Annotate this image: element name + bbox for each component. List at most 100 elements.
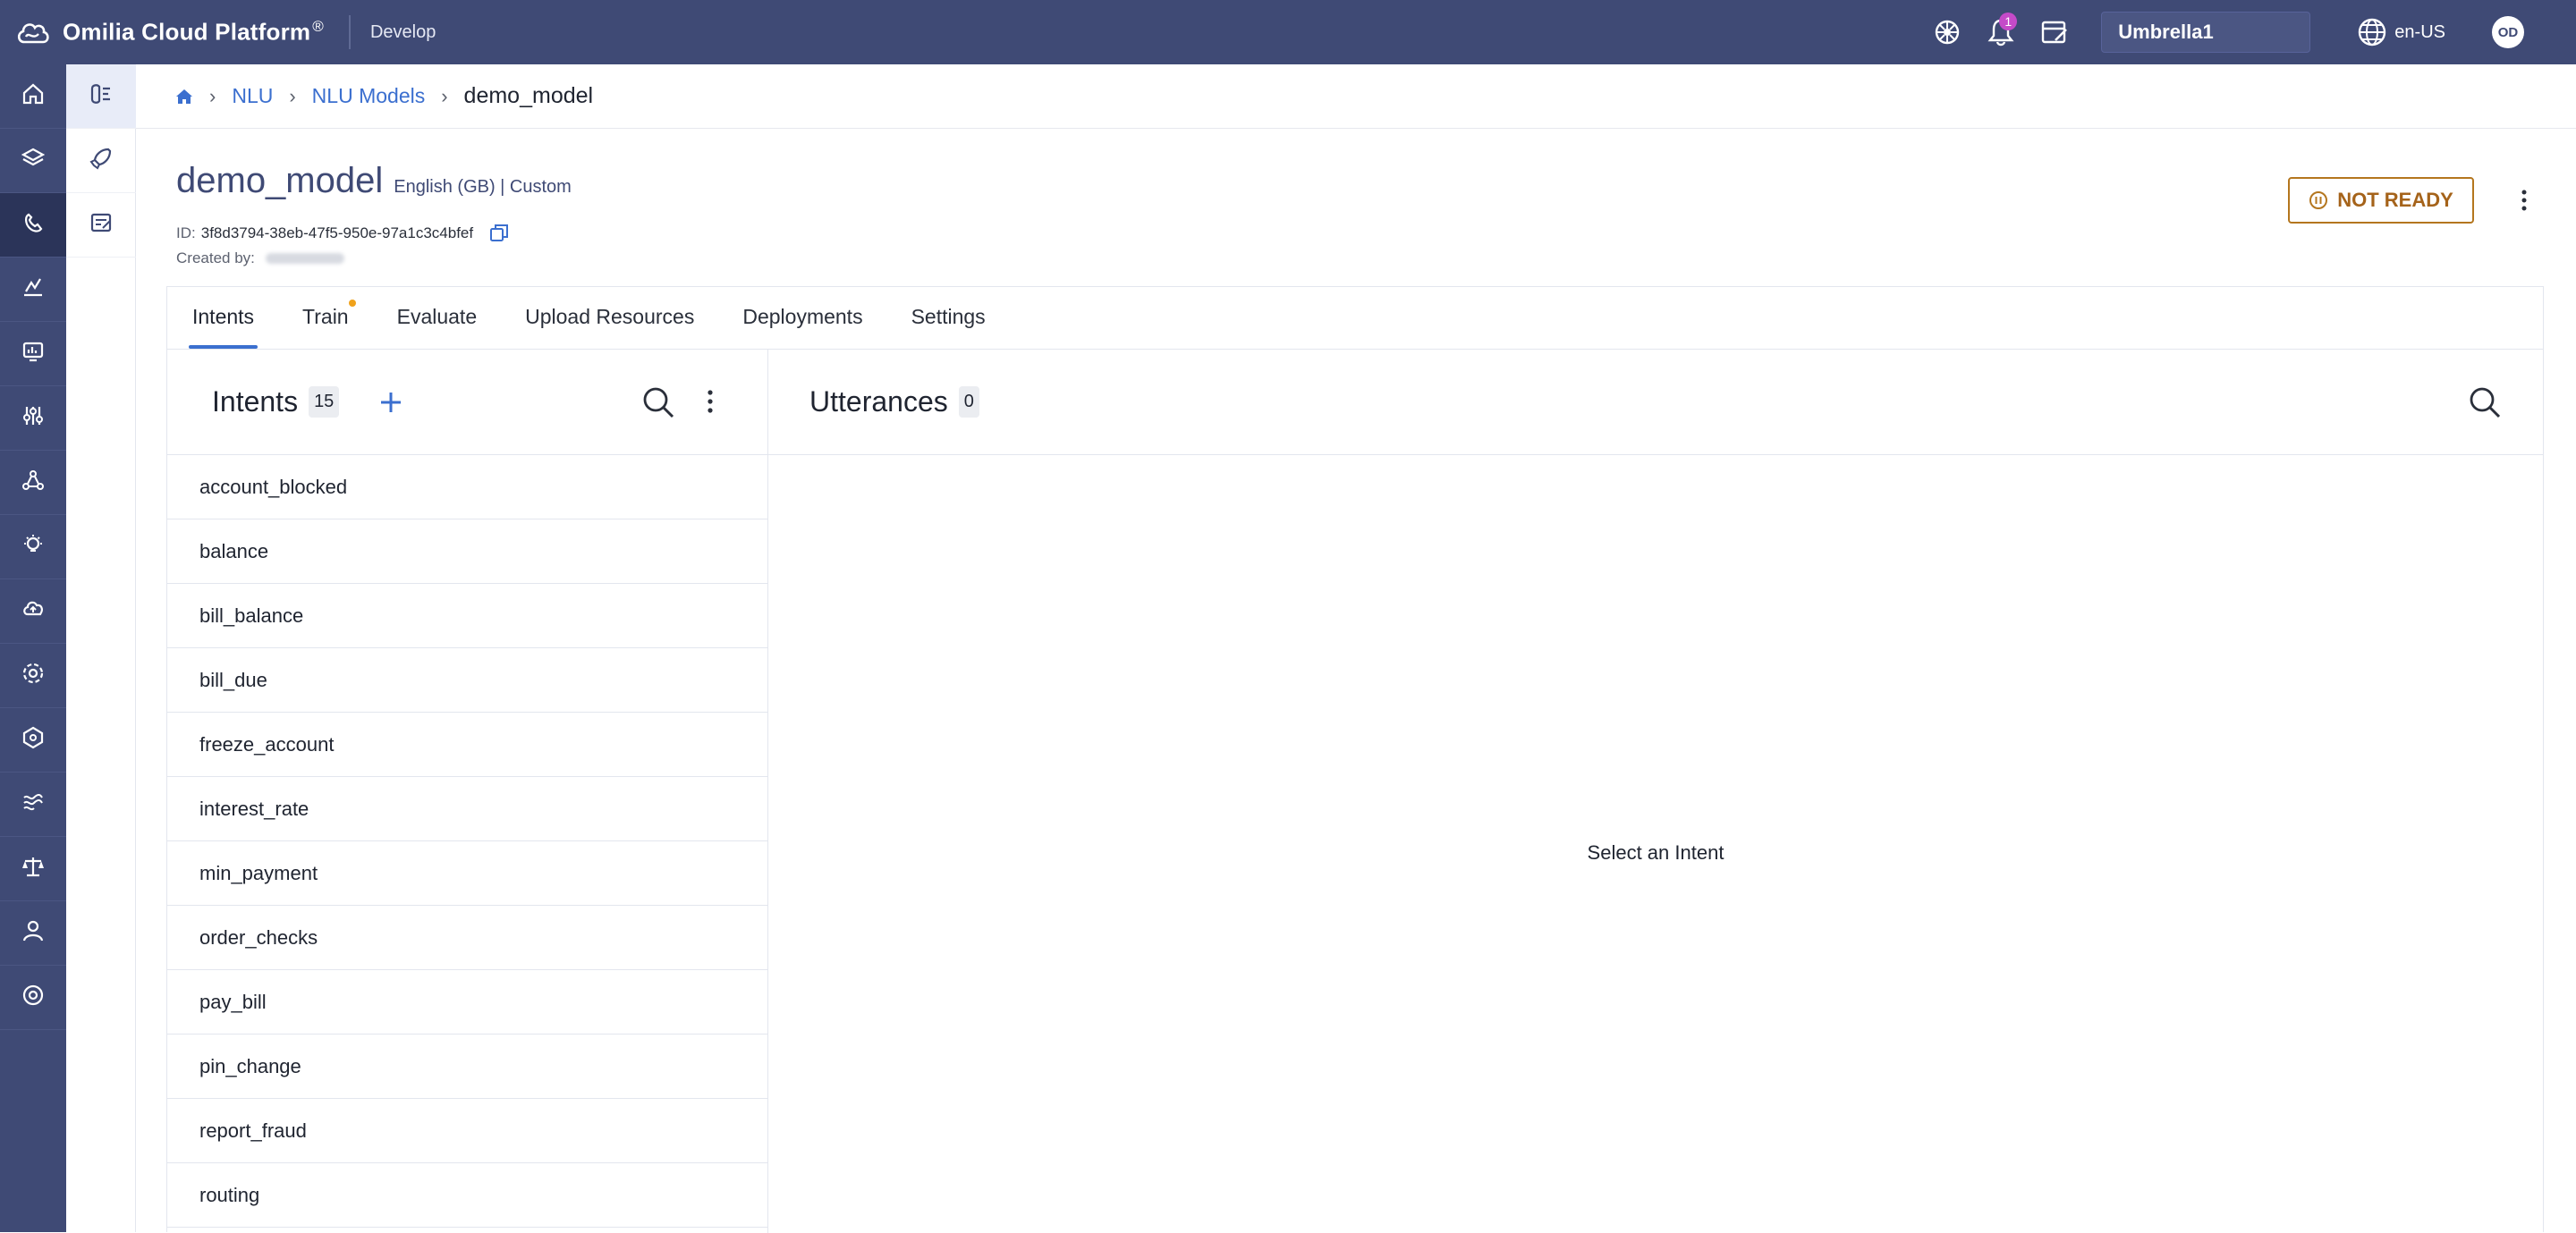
nav-streams[interactable] [0, 773, 66, 837]
tab-evaluate[interactable]: Evaluate [394, 305, 481, 349]
intent-item[interactable]: account_blocked [167, 455, 767, 519]
intent-item[interactable]: order_checks [167, 906, 767, 970]
layers-icon [21, 147, 46, 174]
model-status-button[interactable]: NOT READY [2288, 177, 2474, 224]
nav-home[interactable] [0, 64, 66, 129]
intent-item[interactable]: interest_rate [167, 777, 767, 841]
components-icon[interactable] [1929, 14, 1965, 50]
nav-cloud[interactable] [0, 579, 66, 644]
nav-users[interactable] [0, 901, 66, 966]
intent-item[interactable]: bill_balance [167, 584, 767, 648]
scale-icon [21, 855, 45, 883]
waves-icon [21, 790, 45, 818]
chevron-right-icon: › [441, 84, 448, 107]
intent-item[interactable]: bill_due [167, 648, 767, 713]
top-divider [348, 15, 351, 49]
subnav-reports[interactable] [66, 193, 136, 258]
pause-icon [2309, 190, 2328, 210]
support-icon [21, 984, 45, 1011]
network-icon [21, 469, 45, 496]
intent-item[interactable]: pin_change [167, 1035, 767, 1099]
sliders-icon [21, 404, 45, 432]
search-utterances-icon[interactable] [2468, 385, 2502, 419]
environment-label: Develop [369, 21, 436, 42]
notifications-bell-icon[interactable]: 1 [1983, 13, 2019, 50]
train-pending-dot [348, 300, 356, 307]
nav-monitor[interactable] [0, 322, 66, 386]
copy-icon[interactable] [489, 224, 509, 243]
home-icon [21, 82, 45, 110]
release-notes-icon[interactable] [2037, 14, 2072, 50]
nav-settings-sliders[interactable] [0, 386, 66, 451]
tab-upload-resources[interactable]: Upload Resources [521, 305, 698, 349]
intent-item[interactable]: balance [167, 519, 767, 584]
organization-selector[interactable]: Umbrella1 [2101, 12, 2311, 53]
nav-analytics[interactable] [0, 258, 66, 322]
created-by-row: Created by: [176, 249, 344, 267]
breadcrumb: › NLU › NLU Models › demo_model [136, 64, 2576, 129]
user-icon [21, 919, 45, 947]
hexagon-icon [21, 726, 45, 754]
tab-deployments[interactable]: Deployments [739, 305, 866, 349]
utterances-panel-header: Utterances 0 [768, 350, 2543, 455]
nav-layers[interactable] [0, 129, 66, 193]
home-icon[interactable] [175, 89, 193, 105]
nav-insights[interactable] [0, 515, 66, 579]
empty-state-message: Select an Intent [1587, 841, 1724, 864]
intent-item[interactable]: min_payment [167, 841, 767, 906]
subnav-nlu-models[interactable] [66, 64, 136, 129]
nav-packages[interactable] [0, 708, 66, 773]
top-bar: Omilia Cloud Platform ® Develop 1 Umbrell… [0, 0, 2576, 64]
tab-train[interactable]: Train [299, 300, 356, 349]
report-icon [89, 210, 114, 240]
subnav-deploy[interactable] [66, 129, 136, 193]
cloud-icon [21, 597, 45, 625]
breadcrumb-nlu-models[interactable]: NLU Models [312, 84, 426, 108]
intents-title: Intents [212, 385, 299, 418]
model-id-row: ID: 3f8d3794-38eb-47f5-950e-97a1c3c4bfef [176, 224, 509, 243]
model-tabs: Intents Train Evaluate Upload Resources … [167, 287, 2543, 350]
model-status-label: NOT READY [2337, 189, 2453, 211]
chevron-right-icon: › [209, 84, 216, 107]
nav-admin[interactable] [0, 644, 66, 708]
created-by-value-redacted [265, 253, 344, 264]
page-title: demo_model English (GB) | Custom [176, 161, 572, 201]
nav-support[interactable] [0, 966, 66, 1030]
breadcrumb-nlu[interactable]: NLU [232, 84, 273, 108]
settings-gear-icon [21, 662, 45, 689]
intents-panel: Intents 15 account_blocked balance bill_… [167, 350, 768, 1233]
brand-logo[interactable]: Omilia Cloud Platform ® [0, 0, 324, 64]
utterances-title: Utterances [809, 385, 948, 418]
deploy-icon [89, 146, 114, 175]
model-language-meta: English (GB) | Custom [394, 177, 572, 197]
add-intent-button[interactable] [378, 390, 403, 415]
analytics-icon [21, 275, 45, 303]
brand-name: Omilia Cloud Platform ® [63, 18, 324, 46]
intent-item[interactable]: report_fraud [167, 1099, 767, 1163]
nav-conversational[interactable] [0, 193, 66, 258]
main-nav-rail [0, 64, 66, 1232]
intents-list: account_blocked balance bill_balance bil… [167, 455, 767, 1228]
utterances-count-badge: 0 [958, 386, 979, 418]
nav-compliance[interactable] [0, 837, 66, 901]
tab-intents[interactable]: Intents [189, 305, 258, 349]
intent-item[interactable]: freeze_account [167, 713, 767, 777]
globe-icon [2357, 17, 2387, 47]
intents-more-icon[interactable] [708, 389, 713, 414]
model-name: demo_model [176, 161, 384, 200]
search-intents-icon[interactable] [641, 385, 675, 419]
language-label: en-US [2394, 21, 2445, 42]
intent-item[interactable]: routing [167, 1163, 767, 1228]
intent-item[interactable]: pay_bill [167, 970, 767, 1035]
notification-count-badge: 1 [1999, 13, 2018, 30]
utterances-panel: Utterances 0 Select an Intent [768, 350, 2543, 1233]
tab-settings[interactable]: Settings [908, 305, 989, 349]
more-options-icon[interactable] [2513, 184, 2535, 216]
phone-icon [21, 211, 45, 239]
nav-network[interactable] [0, 451, 66, 515]
nlu-sub-nav [66, 64, 136, 1232]
breadcrumb-current: demo_model [463, 83, 594, 108]
model-id-label: ID: [176, 224, 196, 241]
user-avatar[interactable]: OD [2492, 16, 2524, 48]
language-selector[interactable]: en-US [2357, 17, 2445, 47]
